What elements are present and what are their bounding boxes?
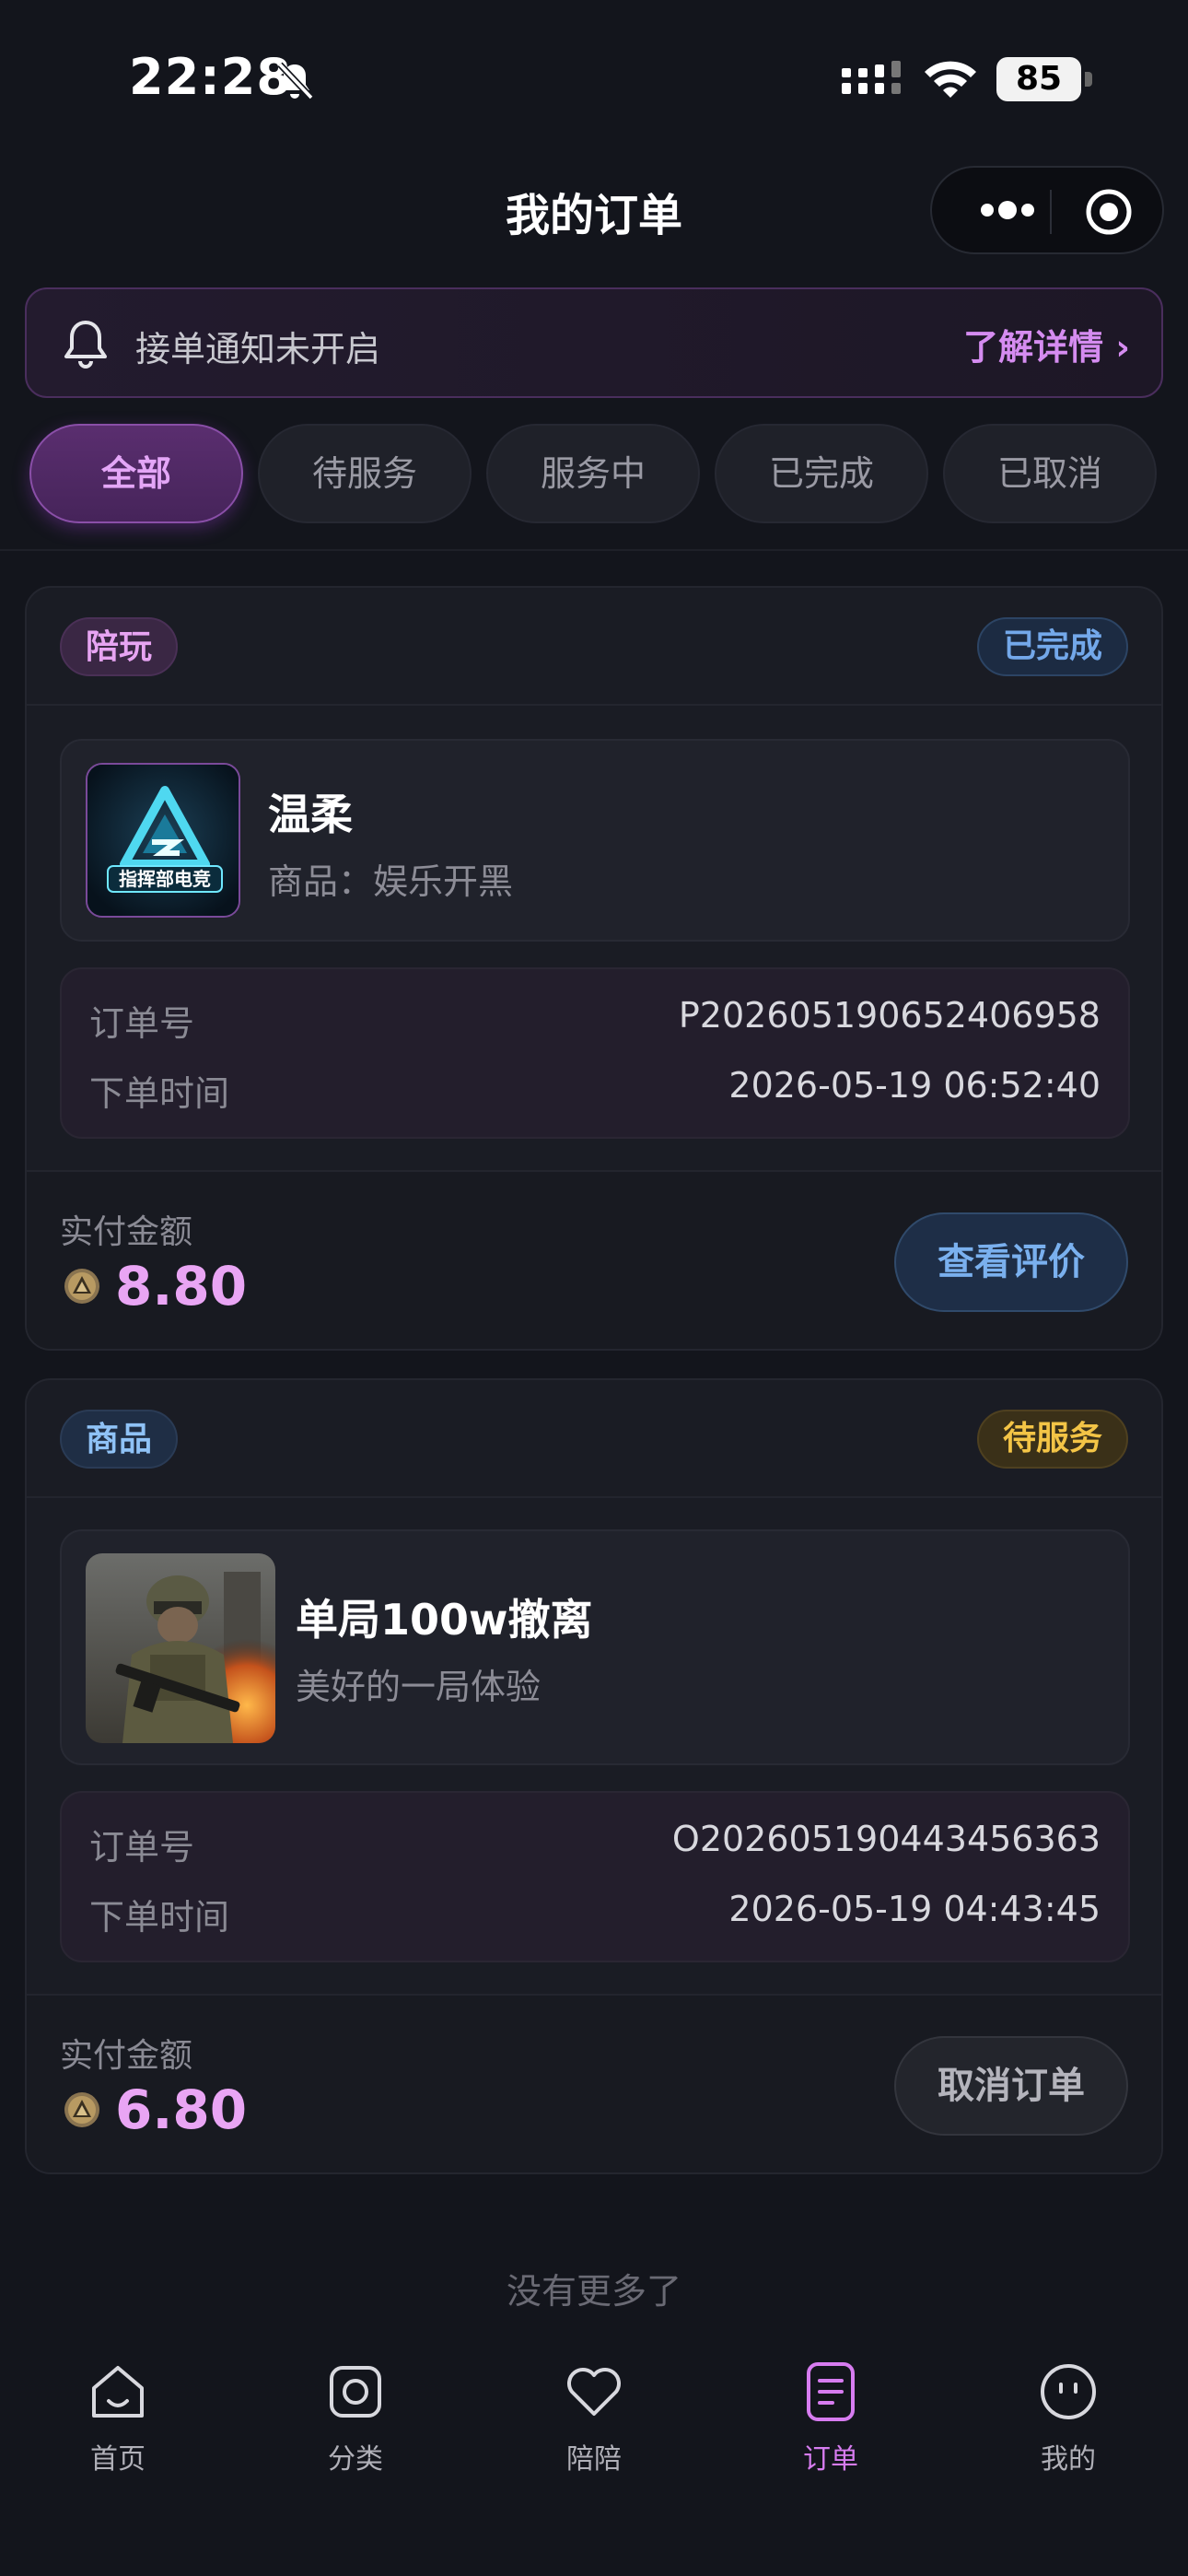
product-title: 单局100w撤离 — [296, 1595, 593, 1645]
order-card[interactable]: 商品 待服务 单局100w撤离 美好的一局体验 订单号 O20260519044… — [25, 1378, 1163, 2174]
order-card-header: 商品 待服务 — [27, 1380, 1161, 1498]
soldier-image — [86, 1553, 275, 1743]
heart-icon — [567, 2368, 621, 2416]
tabbar-item-orders[interactable]: 订单 — [748, 2360, 914, 2489]
status-time: 22:28 — [129, 48, 292, 106]
status-badge: 待服务 — [976, 1410, 1128, 1469]
order-meta: 订单号 O202605190443456363 下单时间 2026-05-19 … — [60, 1791, 1130, 1962]
order-card-header: 陪玩 已完成 — [27, 588, 1161, 706]
status-bar: 22:28 85 — [0, 0, 1188, 147]
product-info[interactable]: 指挥部电竞 温柔 商品：娱乐开黑 — [60, 739, 1130, 942]
home-icon — [92, 2366, 144, 2418]
tab-cancelled[interactable]: 已取消 — [943, 424, 1157, 523]
tabbar-item-home[interactable]: 首页 — [35, 2360, 201, 2489]
tabbar-label: 订单 — [803, 2443, 858, 2476]
price: 6.80 — [115, 2078, 248, 2141]
product-thumbnail: 指挥部电竞 — [86, 763, 240, 918]
tabbar-label: 分类 — [328, 2443, 383, 2476]
order-card[interactable]: 陪玩 已完成 指挥部电竞 温柔 商品：娱乐开黑 订单号 P20260519065… — [25, 586, 1163, 1351]
status-badge: 已完成 — [976, 617, 1128, 676]
wifi-icon — [925, 61, 976, 98]
price: 8.80 — [115, 1255, 248, 1317]
order-status-tabs: 全部 待服务 服务中 已完成 已取消 — [29, 424, 1171, 525]
close-target-icon[interactable] — [1083, 186, 1135, 238]
paid-amount-label: 实付金额 — [60, 1213, 193, 1251]
product-title: 温柔 — [268, 790, 353, 839]
no-more-text: 没有更多了 — [506, 2271, 681, 2312]
tab-completed[interactable]: 已完成 — [715, 424, 928, 523]
profile-icon — [1041, 2364, 1096, 2419]
order-number-label: 订单号 — [89, 1003, 195, 1044]
tabbar-item-companion[interactable]: 陪陪 — [511, 2360, 677, 2489]
cellular-signal-icon — [842, 61, 901, 94]
battery-cap — [1085, 72, 1092, 87]
learn-more-link[interactable]: 了解详情 › — [963, 319, 1130, 369]
order-card-footer: 实付金额 6.80 取消订单 — [27, 1994, 1161, 2172]
order-number-label: 订单号 — [89, 1827, 195, 1868]
notice-text: 接单通知未开启 — [135, 329, 381, 369]
order-card-footer: 实付金额 8.80 查看评价 — [27, 1170, 1161, 1349]
battery-indicator: 85 — [996, 57, 1081, 101]
bottom-tab-bar: 首页 分类 陪陪 订单 我的 — [0, 2340, 1188, 2576]
paid-amount-label: 实付金额 — [60, 2037, 193, 2075]
order-time-label: 下单时间 — [89, 1073, 230, 1114]
product-subtitle: 商品：娱乐开黑 — [268, 861, 514, 902]
order-number: O202605190443456363 — [671, 1819, 1101, 1859]
tab-pending-service[interactable]: 待服务 — [258, 424, 472, 523]
tab-in-service[interactable]: 服务中 — [486, 424, 700, 523]
product-info[interactable]: 单局100w撤离 美好的一局体验 — [60, 1529, 1130, 1765]
logo-text: 指挥部电竞 — [119, 868, 211, 890]
product-subtitle: 美好的一局体验 — [296, 1667, 542, 1707]
order-time: 2026-05-19 06:52:40 — [728, 1065, 1101, 1106]
coin-icon — [64, 2092, 99, 2127]
divider — [0, 549, 1188, 551]
order-icon — [807, 2362, 855, 2421]
more-icon[interactable] — [967, 186, 1048, 234]
esports-logo-icon: 指挥部电竞 — [87, 765, 239, 916]
order-type-tag: 商品 — [60, 1410, 179, 1469]
tabbar-label: 首页 — [90, 2443, 146, 2476]
tabbar-item-profile[interactable]: 我的 — [985, 2360, 1151, 2489]
view-review-button[interactable]: 查看评价 — [894, 1212, 1128, 1312]
mini-program-capsule — [930, 166, 1164, 254]
order-number: P202605190652406958 — [678, 995, 1101, 1036]
order-time: 2026-05-19 04:43:45 — [728, 1889, 1101, 1929]
bell-icon — [64, 321, 107, 369]
order-time-label: 下单时间 — [89, 1897, 230, 1938]
tab-all[interactable]: 全部 — [29, 424, 243, 523]
notification-banner[interactable]: 接单通知未开启 了解详情 › — [25, 287, 1163, 398]
tabbar-item-category[interactable]: 分类 — [273, 2360, 438, 2489]
bell-off-icon — [277, 62, 314, 100]
category-icon — [330, 2366, 381, 2418]
tabbar-label: 陪陪 — [566, 2443, 622, 2476]
capsule-divider — [1050, 190, 1052, 234]
order-type-tag: 陪玩 — [60, 617, 179, 676]
product-thumbnail — [86, 1553, 275, 1743]
cancel-order-button[interactable]: 取消订单 — [894, 2036, 1128, 2136]
coin-icon — [64, 1269, 99, 1304]
order-meta: 订单号 P202605190652406958 下单时间 2026-05-19 … — [60, 967, 1130, 1139]
tabbar-label: 我的 — [1041, 2443, 1096, 2476]
